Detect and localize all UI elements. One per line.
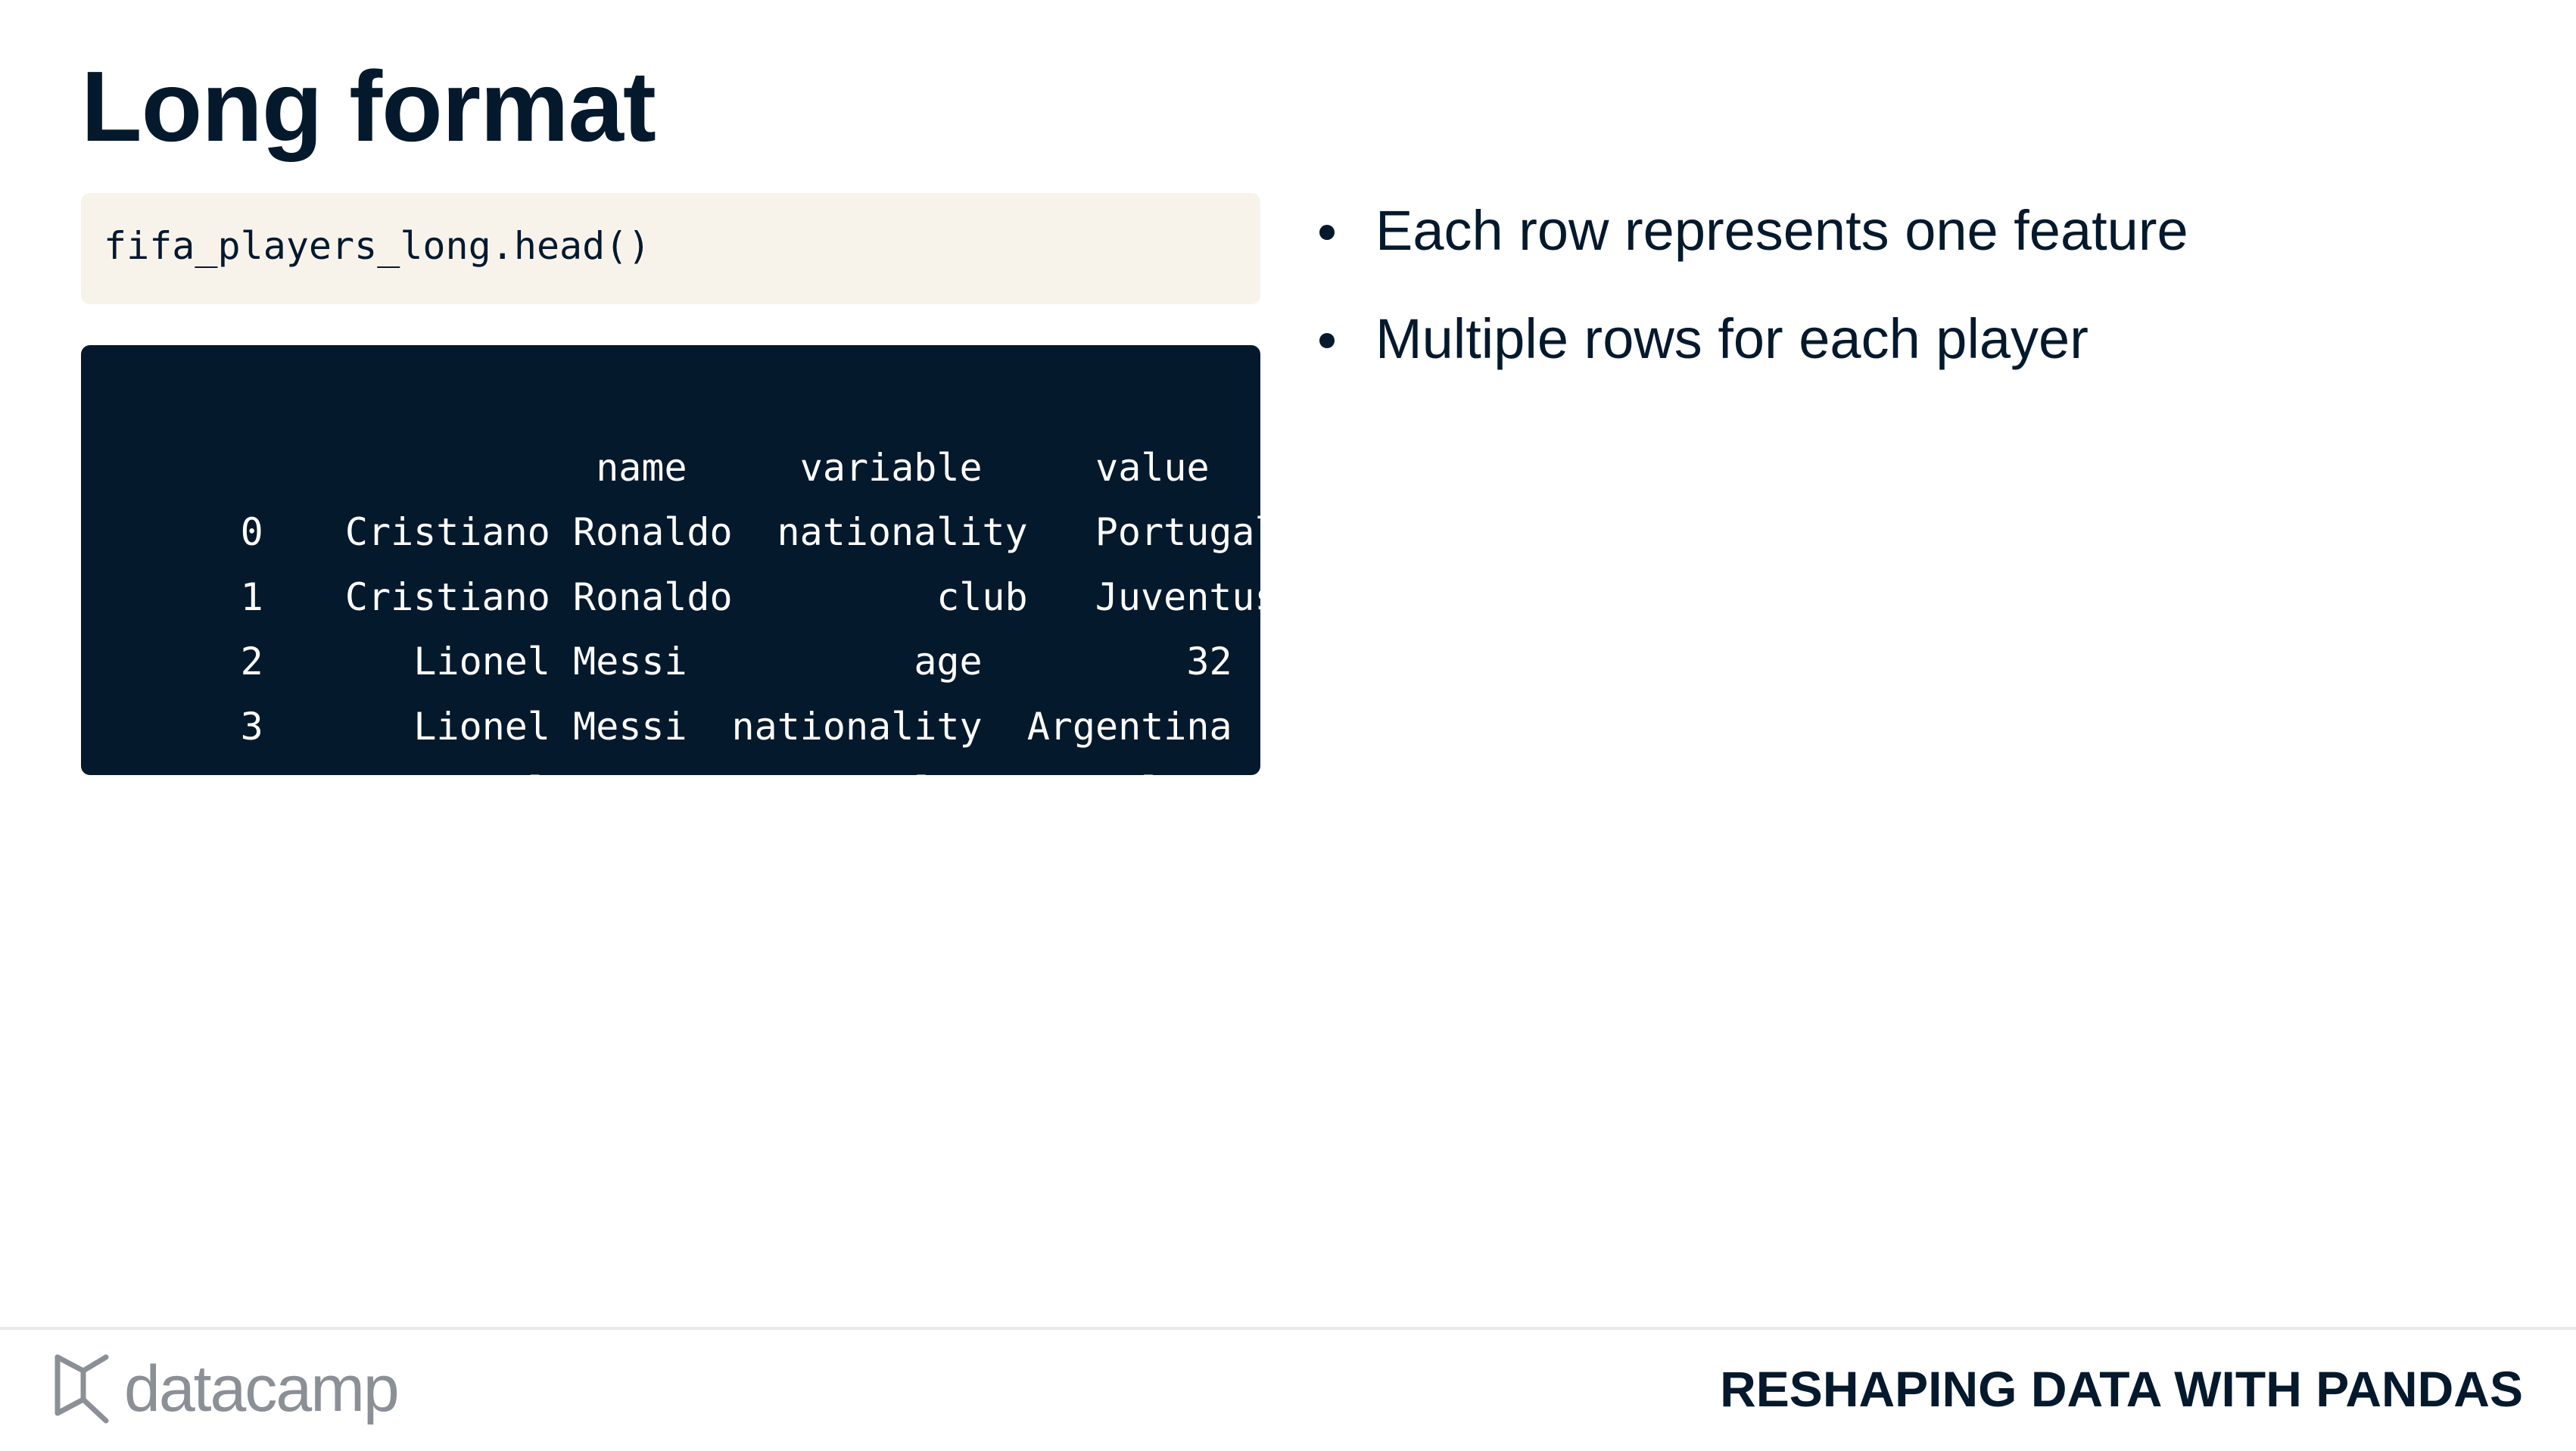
code-output-block: name variable value 0 Cristiano Ronaldo nati…	[81, 345, 1369, 813]
row-name: Lionel Messi	[413, 704, 687, 749]
datacamp-logo: datacamp	[51, 1347, 400, 1431]
row-marker: <--	[1300, 574, 1369, 619]
dataframe-output: name variable value 0 Cristiano Ronaldo nati…	[104, 371, 1369, 814]
table-header-row: name variable value	[104, 371, 1369, 490]
row-name: Lionel Messi	[413, 640, 687, 683]
bullet-list: Each row represents one feature Multiple…	[1313, 197, 2188, 413]
bullet-text: Multiple rows for each player	[1375, 307, 2089, 370]
row-index: 2	[240, 640, 263, 683]
header-variable: variable	[799, 445, 983, 490]
row-name: Lionel Messi	[413, 769, 687, 813]
row-index: 3	[240, 704, 263, 749]
row-value: Barcelona	[1026, 769, 1232, 813]
row-value: Portugal	[1095, 510, 1278, 554]
code-input-text: fifa_players_long.head()	[104, 224, 651, 268]
logo-wordmark: datacamp	[124, 1353, 400, 1425]
row-variable: age	[914, 640, 983, 683]
row-variable: club	[891, 769, 983, 813]
bullet-dot-icon	[1319, 333, 1335, 348]
row-name: Cristiano Ronaldo	[344, 510, 733, 554]
bullet-item: Each row represents one feature	[1313, 197, 2188, 265]
bullet-dot-icon	[1319, 225, 1335, 240]
row-name: Cristiano Ronaldo	[344, 574, 733, 619]
header-name: name	[596, 445, 687, 490]
row-value: 32	[1186, 640, 1232, 683]
bullet-text: Each row represents one feature	[1375, 199, 2188, 262]
row-variable: club	[936, 574, 1028, 619]
slide-title: Long format	[81, 51, 656, 162]
row-index: 1	[240, 574, 263, 619]
row-marker: <--	[1300, 510, 1369, 554]
row-index: 4	[240, 769, 263, 813]
row-value: Juventus	[1095, 574, 1278, 619]
row-variable: nationality	[731, 704, 983, 749]
datacamp-logo-icon	[55, 1354, 109, 1424]
row-index: 0	[240, 510, 263, 554]
row-variable: nationality	[777, 510, 1028, 554]
footer-divider	[0, 1327, 2576, 1330]
row-value: Argentina	[1026, 704, 1232, 749]
code-input-block: fifa_players_long.head()	[81, 193, 1260, 304]
bullet-item: Multiple rows for each player	[1313, 305, 2188, 373]
course-title: RESHAPING DATA WITH PANDAS	[1720, 1361, 2523, 1417]
header-value: value	[1095, 445, 1210, 490]
